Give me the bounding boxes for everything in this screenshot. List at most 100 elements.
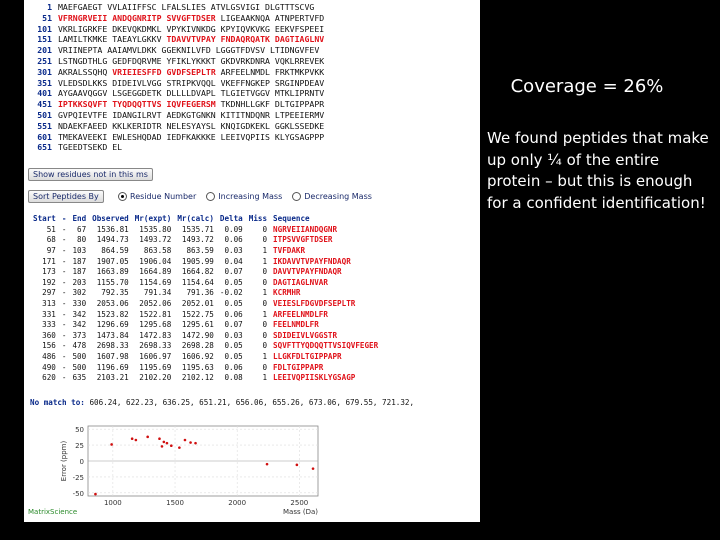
table-cell: 1472.90 [181,330,214,340]
peptide-sequence: ARFEELNMDLFR [273,309,328,319]
table-cell: 0.09 [224,224,243,234]
table-cell: 330 [72,298,87,308]
sort-peptides-button[interactable]: Sort Peptides By [28,190,104,203]
table-cell: 373 [72,330,87,340]
sequence-row: 1 MAEFGAEGT VVLAIIFFSC LFALSLIES ATVLGSVI… [30,2,324,13]
table-cell: 1 [262,351,268,361]
table-cell: 0.05 [224,277,243,287]
table-cell: - [61,277,67,287]
table-cell: 1535.80 [139,224,172,234]
table-row: 331-342 1523.82 1522.81 1522.75 0.06 1 ARFEELN… [30,309,381,320]
show-residues-button[interactable]: Show residues not in this ms [28,168,153,181]
no-match-label: No match to: [30,398,85,407]
table-cell: 192 [42,277,56,287]
table-cell: 1536.81 [96,224,129,234]
radio-icon[interactable] [118,192,127,201]
table-cell: 333 [42,320,56,330]
table-cell: 1154.64 [181,277,214,287]
peptide-sequence: LEEIVQPIISKLYGSAGP [273,373,356,383]
table-cell: 302 [72,288,87,298]
protein-sequence-coverage: 1 MAEFGAEGT VVLAIIFFSC LFALSLIES ATVLGSVI… [30,2,324,153]
radio-icon[interactable] [206,192,216,201]
error-point [158,437,161,441]
peptide-sequence: DAVVTVPAYFNDAQR [273,267,342,277]
sort-option-label: Increasing Mass [218,192,283,201]
table-row: 97-103 864.59 863.58 863.59 0.03 1 TVFDAKR [30,245,381,256]
table-row: 486-500 1607.98 1606.97 1606.92 0.05 1 LLGKFDL… [30,351,381,362]
sequence-row: 651 TGEEDTSEKD EL [30,142,324,153]
table-cell: 0.06 [224,309,243,319]
y-tick-label: 25 [75,442,84,450]
sort-option-radio[interactable]: Decreasing Mass [292,192,372,201]
error-point [194,441,197,445]
table-cell: 1907.05 [96,256,129,266]
table-cell: 313 [42,298,56,308]
sequence-row: 501 GVPQIEVTFE IDANGILRVT AEDKGTGNKN KITI… [30,110,324,121]
sort-option-radio[interactable]: Residue Number [118,192,196,201]
table-cell: 67 [77,224,87,234]
table-cell: 2102.20 [139,373,172,383]
peptide-sequence: FEELNMDLFR [273,320,319,330]
table-cell: 0.08 [224,373,243,383]
matched-residues: IPTKKSQVFT TYQDQQTTVS IQVFEGERSM [58,99,216,110]
sequence-row: 401 AYGAAVQGGV LSGEGGDETK DLLLLDVAPL TLGI… [30,88,324,99]
table-cell: - [61,309,67,319]
matched-residues: VFRNGRVEII ANDQGNRITP SVVGFTDSER [58,12,216,23]
table-cell: 80 [77,235,87,245]
table-cell: - [61,245,67,255]
table-cell: 97 [46,245,56,255]
y-tick-label: 0 [80,458,84,466]
sort-options: Residue Number Increasing Mass Decreasing … [118,192,372,201]
sequence-row: 251 LSTNGDTHLG GEDFDQRVME YFIKLYKKKT GKDV… [30,56,324,67]
peptide-sequence: ITPSVVGFTDSER [273,235,333,245]
table-cell: 0.06 [224,235,243,245]
unmatched-residues: MAEFGAEGT VVLAIIFFSC LFALSLIES ATVLGSVIG… [58,2,315,12]
error-point [160,445,164,448]
table-cell: 187 [72,267,87,277]
peptide-sequence: SQVFTTYQDQQTTVSIQVFEGER [273,341,379,351]
residue-number: 101 [37,23,52,34]
table-cell: 2698.33 [96,341,129,351]
table-row: 360-373 1473.84 1472.83 1472.90 0.03 0 SDIDEIV… [30,330,381,341]
table-cell: 0 [262,330,268,340]
x-axis-label: Mass (Da) [283,508,318,516]
residue-number: 51 [42,12,52,23]
residue-number: 1 [47,2,52,12]
error-point [169,444,173,448]
table-cell: 0.07 [224,267,243,277]
table-row: 173-187 1663.89 1664.89 1664.82 0.07 0 DAVVTVP… [30,266,381,277]
table-cell: 0.05 [224,298,243,308]
table-cell: 0.07 [224,320,243,330]
table-cell: 486 [42,351,56,361]
table-cell: - [61,256,67,266]
table-row: 297-302 792.35 791.34 791.36 -0.02 1 KCRMHR [30,288,381,299]
error-point [311,467,315,470]
y-tick-label: 50 [75,426,84,434]
table-cell: - [61,235,67,245]
table-cell: 1295.61 [181,320,214,330]
unmatched-residues: LAMILTKMKE TAEAYLGKKV [58,34,167,45]
table-cell: 103 [72,245,87,255]
unmatched-residues: VRIINEPTA AAIAMVLDKK GGEKNILVFD LGGGTFDV… [58,45,320,56]
unmatched-residues: VKRLIGRKFE DKEVQKDMKL VPYKIVNKDG KPYIQVK… [58,23,325,34]
sort-option-radio[interactable]: Increasing Mass [206,192,282,201]
table-cell: 2698.28 [181,341,214,351]
error-point [146,435,149,439]
table-cell: 1196.69 [96,362,129,372]
residue-number: 251 [37,55,52,66]
residue-number: 351 [37,77,52,88]
peptide-sequence: IKDAVVTVPAYFNDAQR [273,256,351,266]
table-cell: 0 [262,267,268,277]
table-cell: 620 [42,373,56,383]
error-point [94,492,97,496]
table-cell: 791.36 [186,288,214,298]
radio-icon[interactable] [292,192,302,201]
table-cell: - [61,224,67,234]
y-tick-label: -50 [73,490,84,498]
sequence-row: 51 VFRNGRVEII ANDQGNRITP SVVGFTDSER LIGEA… [30,13,324,24]
residue-number: 301 [37,66,52,77]
error-point [189,441,192,444]
table-cell: - [61,288,67,298]
table-row: 620-635 2103.21 2102.20 2102.12 0.08 1 LEEIVQP… [30,372,381,383]
sequence-row: 201 VRIINEPTA AAIAMVLDKK GGEKNILVFD LGGGT… [30,45,324,56]
